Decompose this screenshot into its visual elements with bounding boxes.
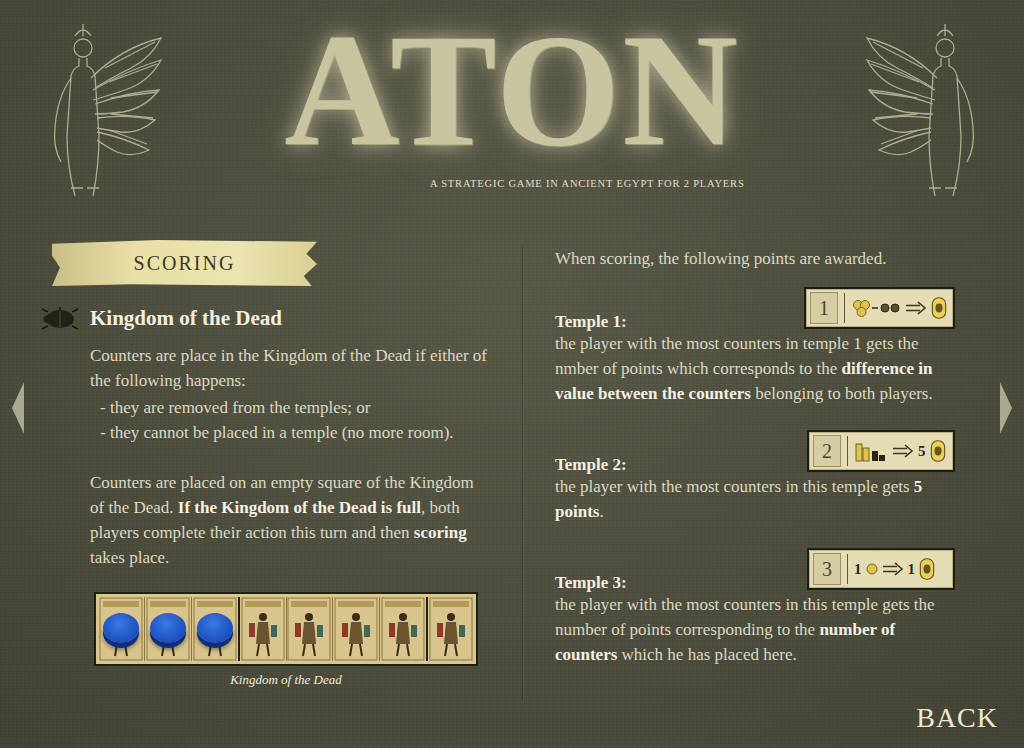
temple-description: the player with the most counters in thi…	[555, 474, 955, 524]
board-square	[98, 597, 145, 661]
cartouche-icon	[919, 557, 935, 581]
kingdom-intro: Counters are place in the Kingdom of the…	[90, 343, 490, 393]
tile-number: 2	[813, 435, 841, 467]
board-square	[380, 597, 428, 661]
tile-number: 1	[810, 292, 838, 324]
temple-entry: Temple 2:25the player with the most coun…	[555, 430, 955, 524]
condition-list: - they are removed from the temples; or-…	[90, 395, 490, 445]
condition-item: - they are removed from the temples; or	[100, 395, 490, 420]
temple-entry: Temple 1: 1 the player with the most count…	[555, 287, 955, 406]
cartouche-icon	[930, 439, 946, 463]
egyptian-figure-icon	[334, 597, 378, 661]
counter-difference-icon	[851, 297, 901, 319]
rules-screen: ATON A STRATEGIC GAME IN ANCIENT EGYPT FO…	[0, 0, 1024, 748]
section-tag: SCORING	[52, 240, 317, 286]
cartouche-icon	[931, 296, 947, 320]
majority-bars-icon	[854, 440, 888, 462]
board-square	[145, 597, 192, 661]
kingdom-rule: Counters are placed on an empty square o…	[90, 470, 490, 570]
description-text: belonging to both players.	[751, 384, 933, 403]
tile-number: 3	[813, 553, 841, 585]
counter-icon	[866, 563, 878, 575]
blue-counter	[197, 613, 233, 643]
egyptian-figure-icon	[287, 597, 331, 661]
board-caption: Kingdom of the Dead	[230, 672, 342, 688]
tile-condition: 1	[854, 561, 862, 578]
blue-counter	[103, 613, 139, 643]
egyptian-figure-icon	[241, 597, 285, 661]
next-page-icon[interactable]	[998, 380, 1014, 436]
temple-title: Temple 1:	[555, 311, 627, 333]
winged-goddess-icon	[858, 18, 983, 203]
board-square	[240, 597, 287, 661]
kingdom-section: SCORING Kingdom of the Dead Counters are p…	[40, 240, 490, 748]
rule-emphasis: If the Kingdom of the Dead is full	[178, 498, 421, 517]
tile-reward: 5	[918, 443, 926, 460]
game-title: ATON	[180, 10, 844, 170]
kingdom-heading-text: Kingdom of the Dead	[90, 306, 282, 331]
board-square	[287, 597, 334, 661]
rule-text: takes place.	[90, 548, 169, 567]
double-arrow-icon	[905, 301, 927, 315]
board-square	[192, 597, 240, 661]
tile-reward: 1	[908, 561, 916, 578]
header: ATON A STRATEGIC GAME IN ANCIENT EGYPT FO…	[0, 0, 1024, 240]
section-tag-label: SCORING	[118, 246, 252, 281]
kingdom-heading: Kingdom of the Dead	[40, 306, 490, 331]
scoring-intro: When scoring, the following points are a…	[555, 240, 955, 271]
rules-body: SCORING Kingdom of the Dead Counters are p…	[0, 240, 1024, 748]
temple-description: the player with the most counters in tem…	[555, 331, 955, 406]
egyptian-figure-icon	[429, 597, 473, 661]
column-divider	[522, 246, 523, 700]
temple-tile: 25	[807, 430, 955, 472]
temple-description: the player with the most counters in thi…	[555, 592, 955, 667]
condition-item: - they cannot be placed in a temple (no …	[100, 420, 490, 445]
previous-page-icon[interactable]	[10, 380, 26, 436]
temple-entry: Temple 3:311the player with the most cou…	[555, 548, 955, 667]
rule-emphasis: scoring	[414, 523, 467, 542]
back-button[interactable]: BACK	[912, 700, 1002, 736]
kingdom-board	[94, 592, 478, 666]
game-subtitle: A STRATEGIC GAME IN ANCIENT EGYPT FOR 2 …	[180, 178, 844, 189]
temple-tile: 1	[804, 287, 955, 329]
board-square	[428, 597, 474, 661]
temple-tile: 311	[807, 548, 955, 590]
description-text: the player with the most counters in thi…	[555, 477, 914, 496]
temple-title: Temple 3:	[555, 572, 627, 594]
temple-title: Temple 2:	[555, 454, 627, 476]
description-text: .	[599, 502, 603, 521]
egyptian-figure-icon	[381, 597, 425, 661]
description-text: which he has placed here.	[617, 645, 796, 664]
title-block: ATON A STRATEGIC GAME IN ANCIENT EGYPT FO…	[180, 0, 844, 240]
scarab-icon	[40, 307, 80, 331]
double-arrow-icon	[892, 444, 914, 458]
temple-scoring: When scoring, the following points are a…	[555, 240, 955, 748]
blue-counter	[150, 613, 186, 643]
winged-goddess-icon	[45, 18, 170, 203]
board-square	[333, 597, 380, 661]
double-arrow-icon	[882, 562, 904, 576]
